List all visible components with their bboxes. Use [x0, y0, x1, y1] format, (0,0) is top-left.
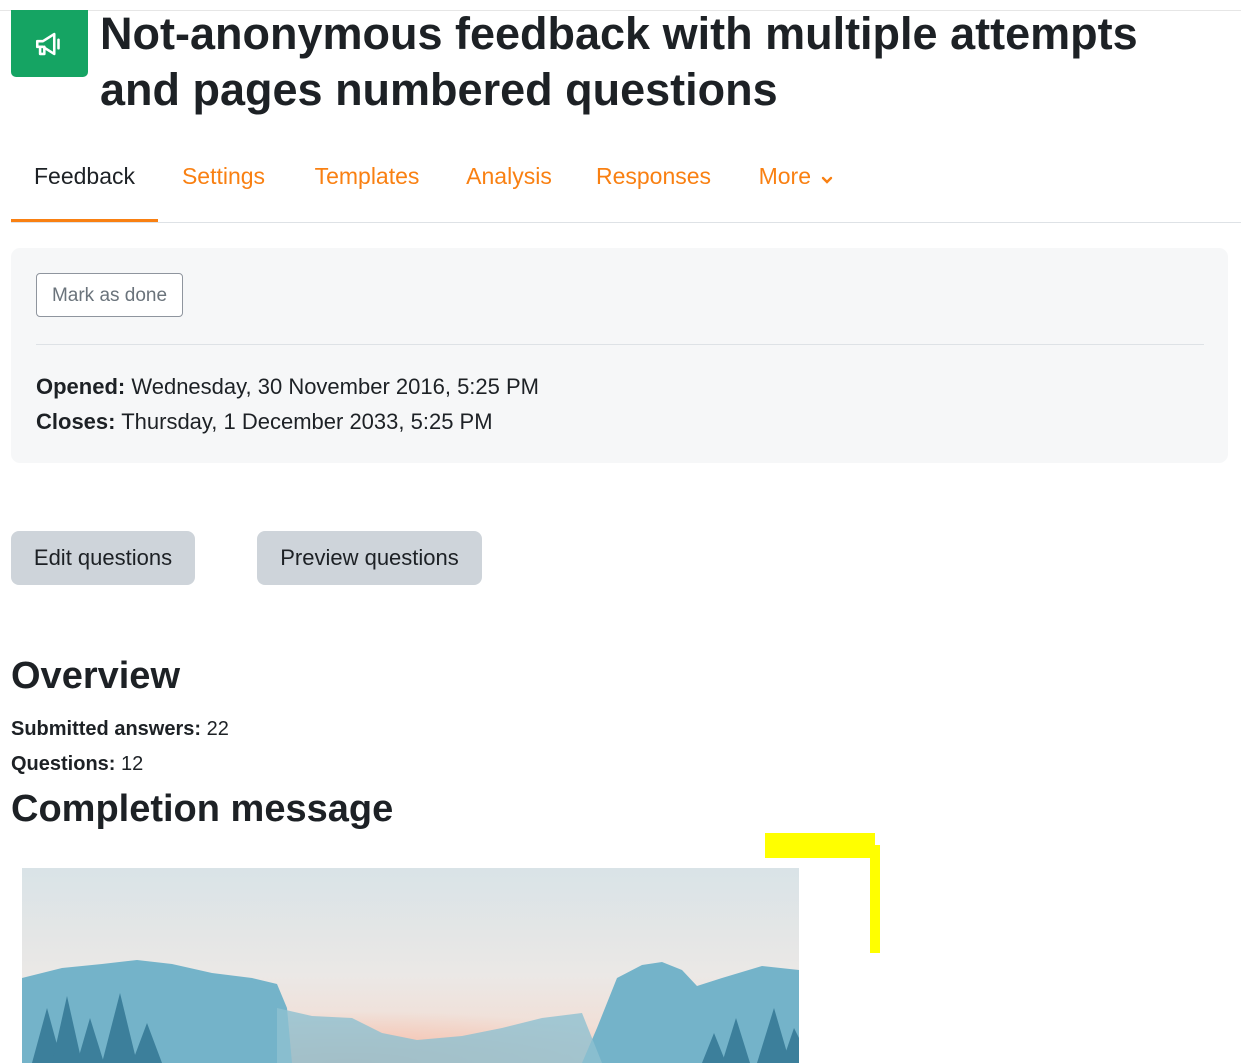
completion-image — [22, 868, 799, 1063]
tab-label: Settings — [181, 163, 266, 189]
opened-label: Opened: — [36, 374, 126, 399]
mark-as-done-button[interactable]: Mark as done — [36, 273, 183, 317]
tab-more[interactable]: More — [746, 148, 846, 221]
highlight-mark — [765, 833, 875, 858]
tab-responses[interactable]: Responses — [591, 148, 716, 221]
tab-templates[interactable]: Templates — [306, 148, 428, 221]
tab-label: Feedback — [33, 163, 135, 189]
tab-label: Templates — [314, 163, 420, 189]
questions-label: Questions: — [11, 753, 116, 775]
completion-heading: Completion message — [11, 788, 394, 830]
megaphone-icon — [11, 10, 88, 77]
closes-label: Closes: — [36, 409, 116, 434]
submitted-label: Submitted answers: — [11, 718, 202, 740]
opened-date: Opened: Wednesday, 30 November 2016, 5:2… — [36, 374, 539, 400]
tab-label: More — [758, 163, 811, 189]
edit-questions-button[interactable]: Edit questions — [11, 531, 195, 585]
page-title: Not-anonymous feedback with multiple att… — [100, 8, 1138, 115]
questions-count: Questions: 12 — [11, 753, 143, 776]
preview-questions-button[interactable]: Preview questions — [257, 531, 482, 585]
chevron-down-icon — [821, 150, 833, 206]
tab-label: Responses — [595, 163, 712, 189]
closes-date: Closes: Thursday, 1 December 2033, 5:25 … — [36, 409, 493, 435]
closes-value: Thursday, 1 December 2033, 5:25 PM — [121, 409, 493, 434]
tab-settings[interactable]: Settings — [171, 148, 276, 221]
questions-value: 12 — [121, 753, 144, 775]
overview-heading: Overview — [11, 655, 180, 697]
submitted-value: 22 — [206, 718, 229, 740]
tab-feedback[interactable]: Feedback — [11, 148, 158, 222]
opened-value: Wednesday, 30 November 2016, 5:25 PM — [131, 374, 540, 399]
secondary-navigation: Feedback Settings Templates Analysis Res… — [11, 148, 1241, 223]
submitted-answers: Submitted answers: 22 — [11, 718, 229, 741]
highlight-mark — [870, 845, 880, 953]
tab-analysis[interactable]: Analysis — [459, 148, 559, 221]
divider — [36, 344, 1204, 345]
tab-label: Analysis — [466, 163, 552, 189]
activity-dates-panel: Mark as done Opened: Wednesday, 30 Novem… — [11, 248, 1228, 463]
